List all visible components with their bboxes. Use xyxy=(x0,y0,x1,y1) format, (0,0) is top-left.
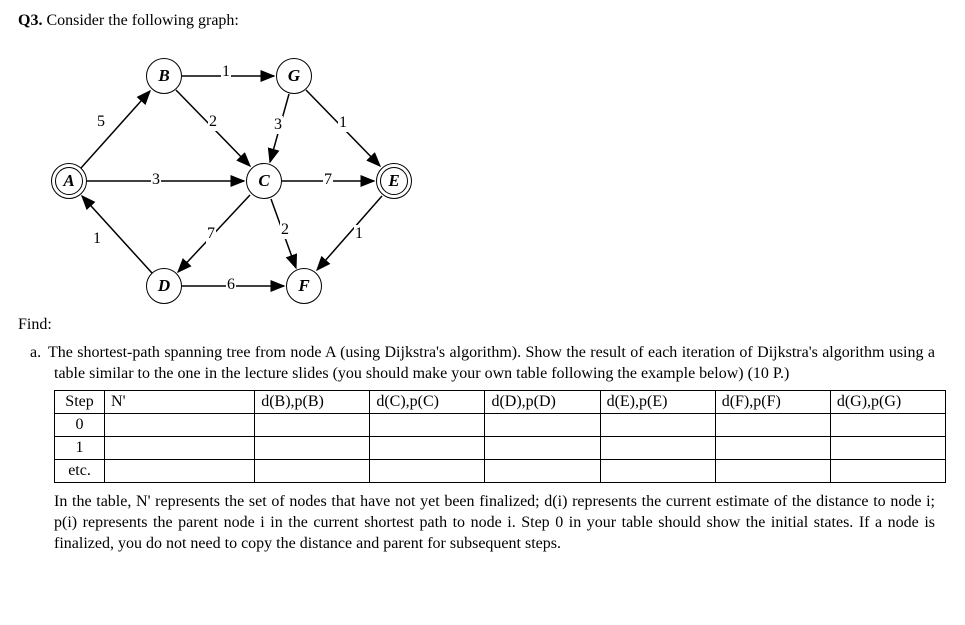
edge-weight-CF: 2 xyxy=(280,221,290,239)
edge-weight-AD: 1 xyxy=(92,230,102,248)
th-dE: d(E),p(E) xyxy=(600,391,715,414)
part-a-text: a.The shortest-path spanning tree from n… xyxy=(54,342,935,384)
table-row: 0 xyxy=(55,414,946,437)
edge-weight-GE: 1 xyxy=(338,114,348,132)
table-row: etc. xyxy=(55,460,946,483)
table-header-row: Step N' d(B),p(B) d(C),p(C) d(D),p(D) d(… xyxy=(55,391,946,414)
th-dG: d(G),p(G) xyxy=(830,391,945,414)
table-explanation: In the table, N' represents the set of n… xyxy=(54,491,935,554)
dijkstra-table: Step N' d(B),p(B) d(C),p(C) d(D),p(D) d(… xyxy=(54,390,946,483)
graph-node-G: G xyxy=(276,58,312,94)
graph-node-E: E xyxy=(376,163,412,199)
table-row: 1 xyxy=(55,437,946,460)
edge-weight-DC: 7 xyxy=(206,225,216,243)
graph-node-B: B xyxy=(146,58,182,94)
edge-weight-EF: 1 xyxy=(354,225,364,243)
edge-weight-BG: 1 xyxy=(221,63,231,81)
cell-step: etc. xyxy=(55,460,105,483)
th-dD: d(D),p(D) xyxy=(485,391,600,414)
edge-weight-AC: 3 xyxy=(151,171,161,189)
th-n: N' xyxy=(105,391,255,414)
th-dF: d(F),p(F) xyxy=(715,391,830,414)
graph-node-C: C xyxy=(246,163,282,199)
cell-step: 1 xyxy=(55,437,105,460)
question-label: Q3. xyxy=(18,12,42,29)
graph-node-A: A xyxy=(51,163,87,199)
question-header: Q3. Consider the following graph: xyxy=(18,12,947,30)
edge-weight-CE: 7 xyxy=(323,171,333,189)
find-label: Find: xyxy=(18,316,947,334)
part-a-letter: a. xyxy=(30,342,48,363)
cell-step: 0 xyxy=(55,414,105,437)
edge-weight-GC: 3 xyxy=(273,116,283,134)
question-prompt: Consider the following graph: xyxy=(46,12,238,29)
graph-node-F: F xyxy=(286,268,322,304)
th-dC: d(C),p(C) xyxy=(370,391,485,414)
th-dB: d(B),p(B) xyxy=(255,391,370,414)
part-a-body: The shortest-path spanning tree from nod… xyxy=(48,344,935,382)
edge-weight-AB: 5 xyxy=(96,113,106,131)
th-step: Step xyxy=(55,391,105,414)
graph-edges-svg xyxy=(36,38,436,308)
graph-figure: A B C D E F G 5 1 3 2 1 3 1 7 2 7 6 1 xyxy=(36,38,436,308)
edge-weight-BC: 2 xyxy=(208,113,218,131)
edge-weight-DF: 6 xyxy=(226,276,236,294)
graph-node-D: D xyxy=(146,268,182,304)
